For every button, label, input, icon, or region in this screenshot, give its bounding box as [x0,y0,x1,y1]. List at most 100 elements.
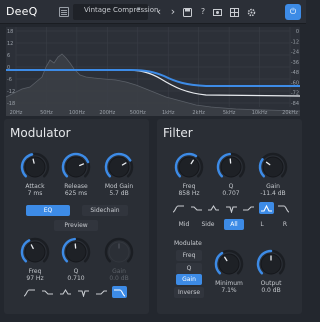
x-tick-label: 500Hz [130,110,146,116]
spectrum-axis-label: 0 [296,29,299,35]
modulator-shape-high-shelf-shape-button[interactable] [94,286,109,298]
help-icon[interactable]: ? [196,4,210,20]
eq-graph[interactable]: 18 12 6 0 -6 -12 -18 0 -12 -24 -36 -48 -60 -72 -84 20… [6,27,300,116]
modulator-mod-gain-knob[interactable] [104,152,134,182]
list-icon[interactable] [59,7,69,17]
filter-output-knob[interactable] [256,249,286,279]
high-shelf-shape-icon [96,290,107,295]
modulator-shape-high-cut-shape-button[interactable] [112,286,127,298]
channel-mid-button[interactable]: Mid [175,219,193,230]
modulator-release-label: Release [64,183,88,190]
chevron-right-icon[interactable]: › [166,4,180,20]
modulator-mod-gain-label-group: Mod Gain 5.7 dB [94,183,144,197]
tab-eq[interactable]: EQ [26,205,70,216]
filter-q-label: Q [228,183,234,190]
spectrum-axis-label: -60 [291,80,299,86]
preview-button[interactable]: Preview [54,220,98,231]
filter-shape-selector [171,202,293,214]
filter-freq-label: Freq [182,183,196,190]
channel-side-button[interactable]: Side [199,219,217,230]
modulator-shape-notch-shape-button[interactable] [76,286,91,298]
gain-axis-label: 0 [7,65,10,71]
modulator-mod-gain-value: 5.7 dB [109,190,129,197]
modulator-filter-gain-value: 0.0 dB [109,275,129,282]
x-tick-label: 20Hz [10,110,23,116]
x-tick-label: 20kHz [282,110,298,116]
x-tick-label: 10kHz [252,110,268,116]
x-tick-label: 2kHz [192,110,205,116]
gain-axis-label: 12 [7,41,13,47]
spectrum-axis-label: -12 [291,39,299,45]
high-cut-shape-icon [114,289,125,297]
filter-output-label-group: Output 0.0 dB [246,280,296,294]
filter-panel: Filter Freq 858 Hz Q 0.707 Gain -11.4 dB Mid S… [157,119,302,314]
filter-shape-high-cut-shape-button[interactable] [276,202,291,214]
filter-shape-low-shelf-shape-button[interactable] [189,202,204,214]
filter-gain-label-group: Gain -11.4 dB [248,183,298,197]
chevron-down-icon[interactable]: ▾ [137,5,141,13]
filter-shape-notch-shape-button[interactable] [224,202,239,214]
modulator-filter-q-knob[interactable] [61,237,91,267]
top-bar: DeeQ Vintage Compression ▾ ‹ › ? ⏻ [0,0,306,24]
notch-shape-icon [225,206,237,213]
filter-shape-band-shape-button[interactable] [258,202,274,214]
modulator-filter-freq-label: Freq [28,268,42,275]
modulate-label: Modulate [174,240,202,247]
low-shelf-shape-icon [190,206,202,211]
gain-axis-label: -6 [7,77,12,83]
filter-gain-label: Gain [266,183,280,190]
gain-axis-label: -12 [7,89,15,95]
filter-q-knob[interactable] [216,152,246,182]
modulate-freq-button[interactable]: Freq [176,250,202,261]
low-cut-shape-icon [24,289,35,297]
spectrum-axis-label: -48 [291,70,299,76]
modulator-attack-label: Attack [25,183,45,190]
modulator-filter-gain-knob [104,237,134,267]
grid-icon[interactable] [227,4,241,20]
preset-name[interactable]: Vintage Compression [84,6,158,14]
filter-minimum-knob[interactable] [214,249,244,279]
chevron-left-icon[interactable]: ‹ [152,4,166,20]
modulator-mod-gain-label: Mod Gain [104,183,134,190]
x-tick-label: 50Hz [40,110,53,116]
filter-gain-value: -11.4 dB [260,190,286,197]
filter-minimum-label: Minimum [215,280,243,287]
filter-shape-high-shelf-shape-button[interactable] [241,202,256,214]
filter-gain-knob[interactable] [258,152,288,182]
filter-title: Filter [163,126,193,140]
modulator-title: Modulator [10,126,71,140]
modulator-panel: Modulator Attack 7 ms Release 625 ms Mod Gai… [4,119,149,314]
channel-all-button[interactable]: All [224,219,244,230]
modulator-filter-gain-label: Gain [112,268,126,275]
modulator-filter-freq-knob[interactable] [20,237,50,267]
modulator-shape-selector [22,286,130,298]
filter-shape-low-cut-shape-button[interactable] [171,202,186,214]
high-cut-shape-icon [278,205,289,213]
power-button[interactable]: ⏻ [285,4,301,20]
settings-icon[interactable] [244,4,258,20]
modulator-attack-knob[interactable] [20,152,50,182]
screenshot-icon[interactable] [210,4,224,20]
modulator-release-knob[interactable] [61,152,91,182]
save-icon[interactable] [180,4,194,20]
peak-shape-icon [208,204,219,211]
inverse-button[interactable]: Inverse [174,287,204,298]
power-icon: ⏻ [289,7,297,16]
filter-shape-peak-shape-button[interactable] [206,202,221,214]
tab-sidechain[interactable]: Sidechain [82,205,128,216]
modulator-shape-low-shelf-shape-button[interactable] [40,286,55,298]
channel-r-button[interactable]: R [276,219,294,230]
filter-output-label: Output [260,280,282,287]
modulate-gain-button[interactable]: Gain [176,274,202,285]
modulator-shape-peak-shape-button[interactable] [58,286,73,298]
filter-freq-knob[interactable] [174,152,204,182]
spectrum-axis-label: -72 [291,91,299,97]
modulator-shape-low-cut-shape-button[interactable] [22,286,37,298]
notch-shape-icon [78,290,89,297]
channel-l-button[interactable]: L [253,219,271,230]
app-title: DeeQ [6,5,38,18]
gain-axis-label: -18 [7,101,15,107]
spectrum-axis-label: -84 [291,101,299,107]
modulate-q-button[interactable]: Q [176,263,202,274]
low-shelf-shape-icon [42,290,53,295]
